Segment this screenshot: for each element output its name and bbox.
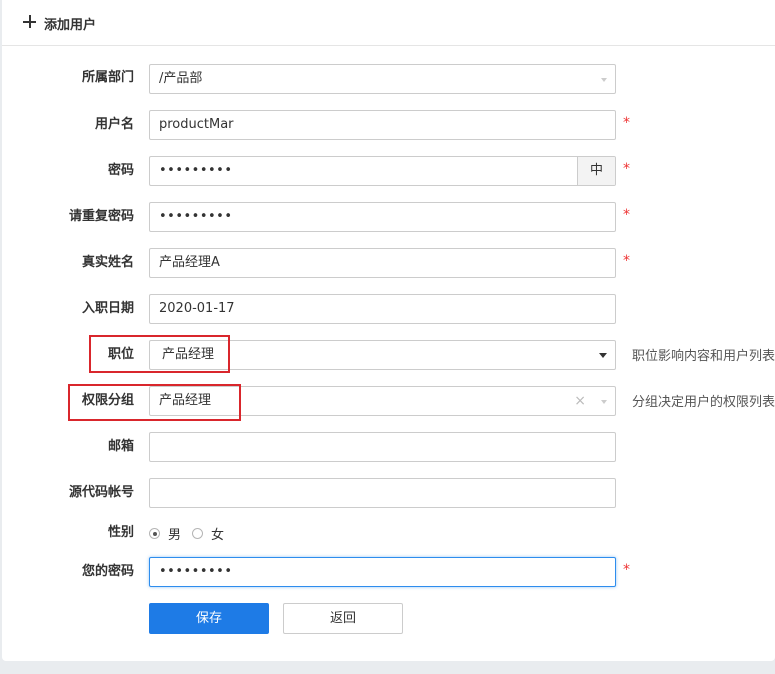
gender-option-female[interactable]: 女 [211,524,224,543]
highlight-box-position [89,335,230,373]
password-strength-addon: 中 [577,157,615,185]
username-label: 用户名 [94,117,134,132]
gender-radio-female[interactable] [192,528,203,539]
required-marker: * [623,562,630,578]
required-marker: * [623,253,630,269]
real-name-label: 真实姓名 [81,255,134,270]
password-label: 密码 [107,163,134,178]
plus-icon [23,15,36,28]
join-date-label: 入职日期 [81,301,134,316]
password-repeat-input[interactable]: ••••••••• [149,202,616,232]
email-input[interactable] [149,432,616,462]
save-button[interactable]: 保存 [149,603,269,634]
chevron-down-icon [599,353,607,358]
gender-option-male[interactable]: 男 [168,524,181,543]
real-name-value: 产品经理A [159,255,220,270]
username-input[interactable]: productMar [149,110,616,140]
join-date-value: 2020-01-17 [159,301,235,316]
required-marker: * [623,207,630,223]
position-hint: 职位影响内容和用户列表 [632,349,775,364]
password-repeat-value: ••••••••• [159,209,233,224]
required-marker: * [623,161,630,177]
password-value: ••••••••• [159,163,233,178]
group-hint: 分组决定用户的权限列表 [632,395,775,410]
your-password-value: ••••••••• [159,564,233,579]
highlight-box-group [68,384,241,421]
chevron-down-icon [601,400,607,404]
department-select[interactable]: /产品部 [149,64,616,94]
repo-account-label: 源代码帐号 [68,485,134,500]
back-button[interactable]: 返回 [283,603,403,634]
department-label: 所属部门 [81,70,134,85]
required-marker: * [623,115,630,131]
your-password-input[interactable]: ••••••••• [149,557,616,587]
department-value: /产品部 [159,71,203,86]
panel-header: 添加用户 [2,0,775,46]
username-value: productMar [159,117,234,132]
repo-account-input[interactable] [149,478,616,508]
gender-radio-male[interactable] [149,528,160,539]
page-title: 添加用户 [44,18,97,33]
email-label: 邮箱 [107,439,134,454]
join-date-input[interactable]: 2020-01-17 [149,294,616,324]
chevron-down-icon [601,78,607,82]
real-name-input[interactable]: 产品经理A [149,248,616,278]
password-repeat-label: 请重复密码 [68,209,134,224]
gender-label: 性别 [107,525,134,540]
password-input[interactable]: ••••••••• 中 [149,156,616,186]
your-password-label: 您的密码 [81,564,134,579]
clear-icon[interactable]: × [574,393,586,409]
